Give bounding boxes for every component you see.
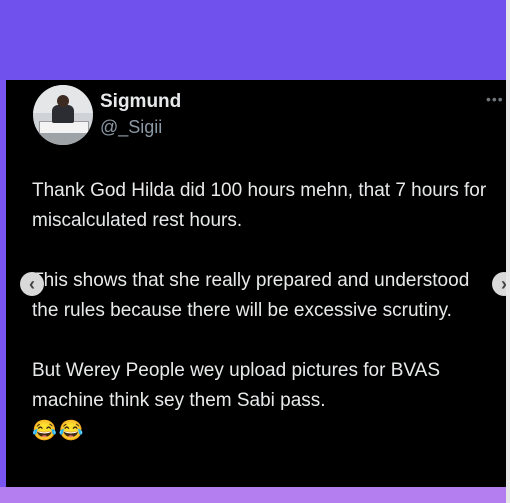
tweet-card: Sigmund @_Sigii ••• Thank God Hilda did … [6, 80, 506, 487]
user-handle[interactable]: @_Sigii [100, 117, 162, 138]
laughing-emoji-icon: 😂😂 [32, 420, 86, 442]
tweet-paragraph: Thank God Hilda did 100 hours mehn, that… [32, 180, 487, 231]
more-options-icon[interactable]: ••• [486, 91, 504, 107]
tweet-text: Thank God Hilda did 100 hours mehn, that… [32, 176, 500, 446]
tweet-paragraph: But Werey People wey upload pictures for… [32, 360, 441, 411]
previous-arrow-icon[interactable]: ‹ [20, 272, 44, 296]
display-name[interactable]: Sigmund [100, 91, 181, 113]
right-edge-divider [506, 0, 510, 503]
tweet-paragraph: This shows that she really prepared and … [32, 270, 470, 321]
bottom-purple-band [0, 487, 510, 503]
avatar[interactable] [33, 85, 93, 145]
top-purple-band [0, 0, 510, 80]
